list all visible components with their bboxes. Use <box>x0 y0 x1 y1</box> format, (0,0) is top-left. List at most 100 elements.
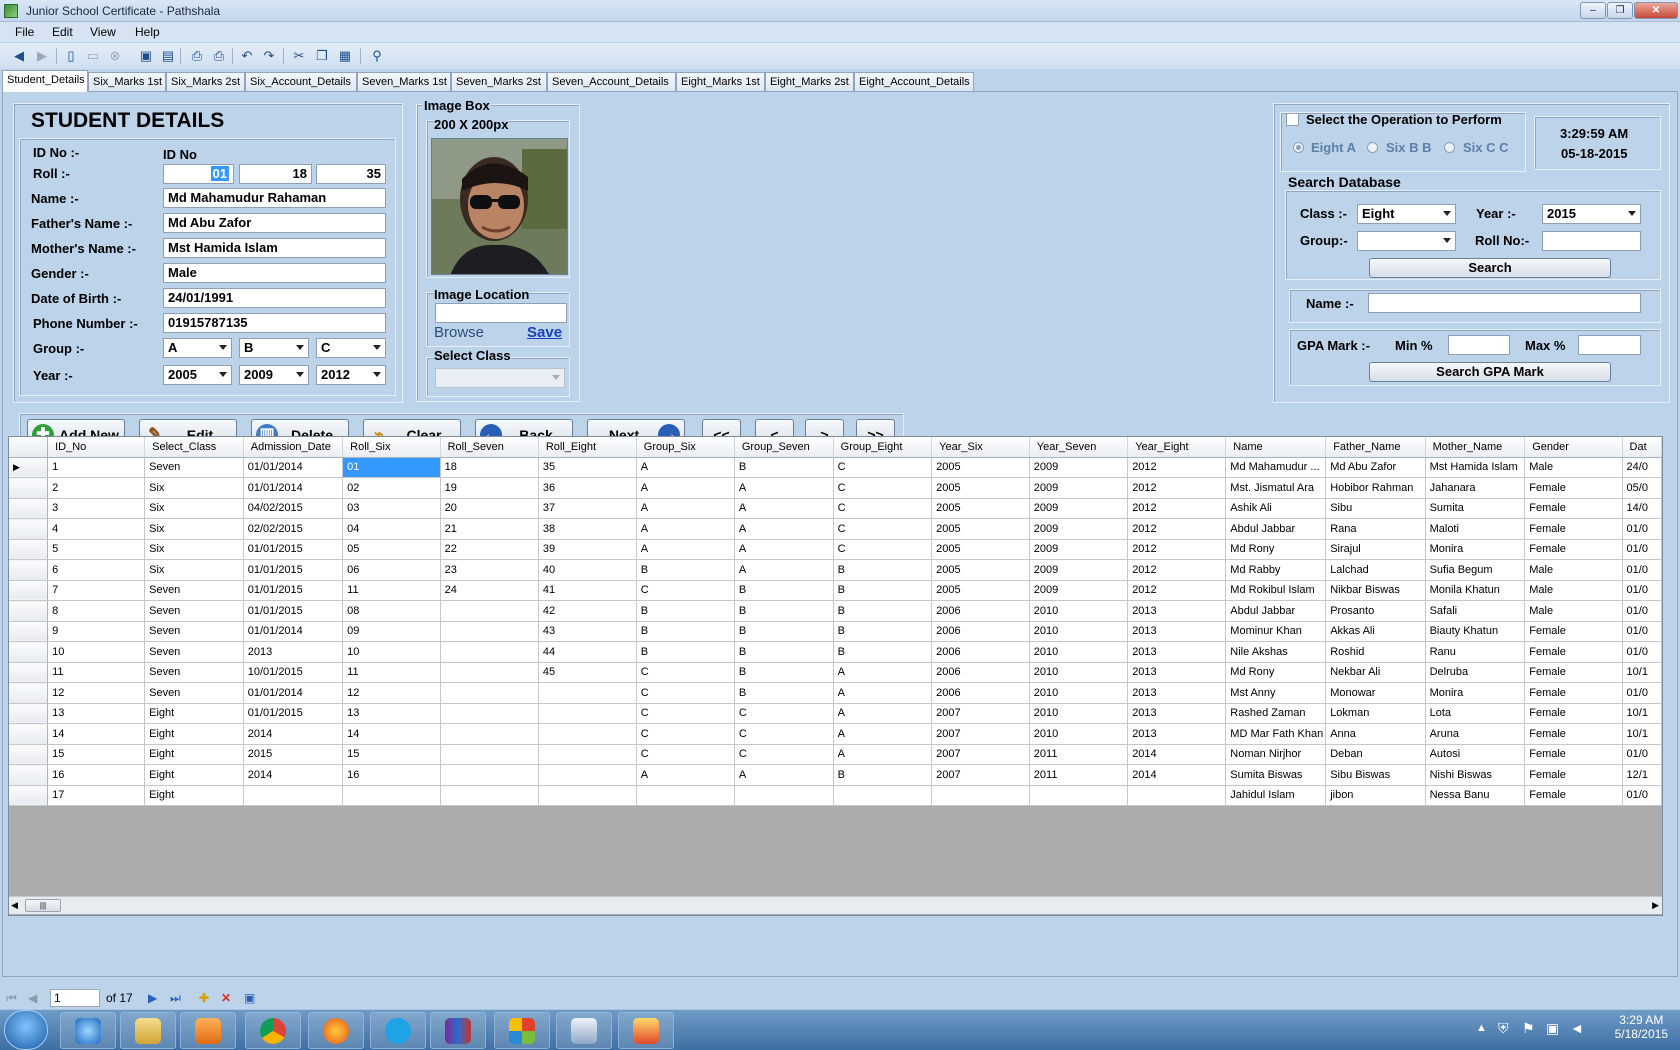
table-cell[interactable]: 2010 <box>1029 662 1129 683</box>
table-cell[interactable] <box>440 682 539 704</box>
taskbar-chrome[interactable] <box>245 1012 301 1049</box>
search-group-select[interactable] <box>1357 231 1456 251</box>
table-cell[interactable]: Md Rokibul Islam <box>1225 580 1327 601</box>
table-cell[interactable]: 2005 <box>931 539 1030 560</box>
tab-eight-marks-2st[interactable]: Eight_Marks 2st <box>765 72 854 92</box>
table-cell[interactable]: 7 <box>47 580 146 601</box>
table-cell[interactable]: C <box>833 498 933 519</box>
table-cell[interactable]: jibon <box>1325 785 1426 806</box>
table-cell[interactable]: 42 <box>538 600 637 622</box>
column-header[interactable]: Group_Eight <box>833 437 933 458</box>
table-cell[interactable]: 2010 <box>1029 703 1129 724</box>
table-cell[interactable]: 2013 <box>1127 682 1227 704</box>
table-cell[interactable]: 17 <box>47 785 146 806</box>
move-next-icon[interactable]: ▶ <box>148 991 157 1005</box>
table-cell[interactable]: 2009 <box>1029 539 1129 560</box>
table-cell[interactable]: Monira <box>1425 682 1526 704</box>
table-cell[interactable] <box>734 785 834 806</box>
open-icon[interactable]: ▭ <box>84 47 102 65</box>
table-cell[interactable]: 04 <box>342 518 441 540</box>
table-cell[interactable]: Female <box>1524 498 1623 519</box>
redo-icon[interactable]: ↷ <box>260 47 278 65</box>
table-cell[interactable]: 2013 <box>243 641 344 663</box>
table-cell[interactable]: Jahanara <box>1425 477 1526 499</box>
row-header[interactable] <box>9 518 49 540</box>
table-cell[interactable]: B <box>833 641 933 663</box>
table-cell[interactable]: A <box>636 539 735 560</box>
table-cell[interactable]: 23 <box>440 559 539 581</box>
table-cell[interactable]: Mst Anny <box>1225 682 1327 704</box>
table-cell[interactable]: 38 <box>538 518 637 540</box>
table-cell[interactable]: 37 <box>538 498 637 519</box>
table-cell[interactable]: Seven <box>144 580 244 601</box>
table-cell[interactable]: 14 <box>342 723 441 745</box>
taskbar-clock[interactable]: 3:29 AM 5/18/2015 <box>1615 1013 1668 1041</box>
table-cell[interactable]: A <box>734 518 834 540</box>
table-cell[interactable]: 2007 <box>931 703 1030 724</box>
back-icon[interactable]: ◀ <box>10 47 28 65</box>
table-cell[interactable]: B <box>636 641 735 663</box>
table-cell[interactable]: C <box>636 682 735 704</box>
table-cell[interactable]: 13 <box>47 703 146 724</box>
table-cell[interactable]: Maloti <box>1425 518 1526 540</box>
taskbar-media[interactable] <box>180 1012 236 1049</box>
table-cell[interactable]: 2005 <box>931 559 1030 581</box>
table-cell[interactable]: Seven <box>144 457 244 478</box>
table-cell[interactable]: 01/0 <box>1622 580 1662 601</box>
table-cell[interactable]: 18 <box>440 457 539 478</box>
tab-seven-marks-2st[interactable]: Seven_Marks 2st <box>451 72 547 92</box>
table-cell[interactable]: Female <box>1524 723 1623 745</box>
table-row[interactable]: 16 Eight 2014 16 A A B 2007 2011 2014 Sumita Biswa… <box>9 764 1662 786</box>
table-cell[interactable]: B <box>833 764 933 786</box>
gender-field[interactable]: Male <box>163 263 386 283</box>
table-cell[interactable]: Seven <box>144 621 244 642</box>
minimize-button[interactable]: ‒ <box>1580 2 1606 19</box>
taskbar-winrar[interactable] <box>430 1012 486 1049</box>
table-cell[interactable]: Six <box>144 518 244 540</box>
table-cell[interactable]: Sirajul <box>1325 539 1426 560</box>
tab-student-details[interactable]: Student_Details <box>2 70 88 92</box>
table-cell[interactable]: 10 <box>342 641 441 663</box>
table-cell[interactable]: 2014 <box>243 764 344 786</box>
table-cell[interactable]: Sumita <box>1425 498 1526 519</box>
table-cell[interactable]: 01/0 <box>1622 744 1662 765</box>
table-cell[interactable]: 01/01/2014 <box>243 457 344 478</box>
table-cell[interactable]: Eight <box>144 723 244 745</box>
start-button[interactable] <box>4 1010 48 1050</box>
table-row[interactable]: 17 Eight Jahidul Islam jibon Nessa Banu Femal… <box>9 785 1662 806</box>
table-cell[interactable]: A <box>833 744 933 765</box>
table-cell[interactable]: 2014 <box>1127 744 1227 765</box>
table-cell[interactable]: 2013 <box>1127 641 1227 663</box>
table-cell[interactable]: 2009 <box>1029 498 1129 519</box>
gpa-max-field[interactable] <box>1578 335 1641 355</box>
horizontal-scrollbar[interactable]: ◀ ||| ▶ <box>9 896 1662 914</box>
table-cell[interactable]: Md Mahamudur ... <box>1225 457 1327 478</box>
table-cell[interactable]: 01/0 <box>1622 518 1662 540</box>
table-cell[interactable]: C <box>636 703 735 724</box>
table-cell[interactable]: 16 <box>342 764 441 786</box>
maximize-button[interactable]: ❐ <box>1607 2 1633 19</box>
operation-checkbox[interactable] <box>1286 113 1299 126</box>
roll-six-field[interactable]: 01 <box>163 164 234 184</box>
tray-shield-icon[interactable]: ⛨ <box>1498 1020 1509 1037</box>
table-cell[interactable]: Seven <box>144 600 244 622</box>
row-header[interactable] <box>9 682 49 704</box>
roll-seven-field[interactable]: 18 <box>239 164 312 184</box>
table-cell[interactable]: 24/0 <box>1622 457 1662 478</box>
table-cell[interactable]: C <box>636 662 735 683</box>
tab-eight-marks-1st[interactable]: Eight_Marks 1st <box>676 72 765 92</box>
table-cell[interactable]: A <box>833 662 933 683</box>
table-cell[interactable]: Sufia Begum <box>1425 559 1526 581</box>
table-cell[interactable]: Nishi Biswas <box>1425 764 1526 786</box>
table-cell[interactable]: C <box>734 703 834 724</box>
table-cell[interactable]: 16 <box>47 764 146 786</box>
table-cell[interactable]: Female <box>1524 744 1623 765</box>
column-header[interactable]: Year_Eight <box>1127 437 1227 458</box>
table-cell[interactable]: B <box>833 621 933 642</box>
table-cell[interactable]: 44 <box>538 641 637 663</box>
table-cell[interactable]: C <box>833 539 933 560</box>
search-roll-field[interactable] <box>1542 231 1641 251</box>
column-header[interactable]: ID_No <box>47 437 146 458</box>
row-header[interactable] <box>9 723 49 745</box>
image-location-field[interactable] <box>435 303 567 323</box>
